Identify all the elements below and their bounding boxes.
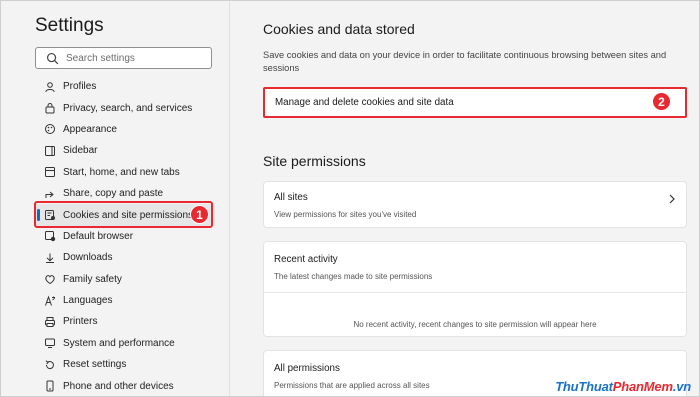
all-sites-card[interactable]: All sites View permissions for sites you… bbox=[263, 181, 687, 228]
family-icon bbox=[43, 273, 56, 286]
sidebar-item-label: Default browser bbox=[63, 230, 134, 242]
watermark-part-3: .vn bbox=[672, 379, 691, 394]
step-badge-2: 2 bbox=[652, 92, 671, 111]
sidebar-item-phone[interactable]: Phone and other devices bbox=[35, 375, 215, 396]
sidebar-item-appearance[interactable]: Appearance bbox=[35, 119, 215, 140]
sidebar-item-default-browser[interactable]: Default browser bbox=[35, 226, 215, 247]
sidebar-item-reset[interactable]: Reset settings bbox=[35, 354, 215, 375]
sidebar-item-label: Profiles bbox=[63, 81, 97, 93]
sidebar-item-label: Printers bbox=[63, 316, 98, 328]
lock-icon bbox=[43, 102, 56, 115]
all-permissions-title: All permissions bbox=[274, 363, 340, 374]
all-permissions-subtitle: Permissions that are applied across all … bbox=[274, 381, 430, 390]
system-icon bbox=[43, 337, 56, 350]
sidebar-item-label: Family safety bbox=[63, 273, 122, 285]
highlight-box-cookies bbox=[34, 201, 213, 228]
cookies-heading: Cookies and data stored bbox=[263, 21, 415, 37]
all-sites-subtitle: View permissions for sites you've visite… bbox=[274, 210, 417, 219]
cookies-description: Save cookies and data on your device in … bbox=[263, 50, 667, 73]
sidebar-item-privacy[interactable]: Privacy, search, and services bbox=[35, 97, 215, 118]
sidebar-item-sidebar[interactable]: Sidebar bbox=[35, 140, 215, 161]
sidebar-item-label: Languages bbox=[63, 295, 113, 307]
profile-icon bbox=[43, 80, 56, 93]
sidebar-icon bbox=[43, 144, 56, 157]
step-badge-1: 1 bbox=[190, 205, 209, 224]
sidebar-item-printers[interactable]: Printers bbox=[35, 311, 215, 332]
appearance-icon bbox=[43, 123, 56, 136]
sidebar-item-label: System and performance bbox=[63, 337, 175, 349]
sidebar-item-label: Start, home, and new tabs bbox=[63, 166, 180, 178]
all-sites-title: All sites bbox=[274, 192, 308, 203]
sidebar-item-label: Reset settings bbox=[63, 359, 127, 371]
search-box[interactable] bbox=[35, 47, 212, 69]
sidebar-item-family-safety[interactable]: Family safety bbox=[35, 269, 215, 290]
settings-window: Settings Profiles Privacy, search, and s… bbox=[0, 0, 700, 397]
watermark-part-2: PhanMem bbox=[612, 379, 673, 394]
search-icon bbox=[46, 52, 59, 65]
sidebar-item-label: Phone and other devices bbox=[63, 380, 174, 392]
recent-activity-subtitle: The latest changes made to site permissi… bbox=[274, 272, 433, 281]
recent-activity-title: Recent activity bbox=[274, 254, 338, 265]
manage-cookies-button[interactable]: Manage and delete cookies and site data bbox=[263, 87, 687, 118]
sidebar-item-languages[interactable]: Languages bbox=[35, 290, 215, 311]
recent-activity-empty: No recent activity, recent changes to si… bbox=[353, 320, 597, 329]
sidebar-title: Settings bbox=[35, 15, 104, 36]
home-icon bbox=[43, 166, 56, 179]
sidebar-item-start-home[interactable]: Start, home, and new tabs bbox=[35, 162, 215, 183]
chevron-right-icon bbox=[669, 194, 675, 204]
reset-icon bbox=[43, 358, 56, 371]
main-content: Cookies and data stored Save cookies and… bbox=[231, 1, 699, 396]
sidebar-item-label: Downloads bbox=[63, 252, 113, 264]
sidebar-nav: Profiles Privacy, search, and services A… bbox=[35, 76, 215, 396]
site-permissions-heading: Site permissions bbox=[263, 153, 366, 169]
sidebar-item-profiles[interactable]: Profiles bbox=[35, 76, 215, 97]
card-divider bbox=[264, 292, 686, 293]
sidebar-item-label: Privacy, search, and services bbox=[63, 102, 193, 114]
printer-icon bbox=[43, 315, 56, 328]
share-icon bbox=[43, 187, 56, 200]
sidebar-item-system[interactable]: System and performance bbox=[35, 333, 215, 354]
language-icon bbox=[43, 294, 56, 307]
recent-activity-card: Recent activity The latest changes made … bbox=[263, 241, 687, 337]
watermark-part-1: ThuThuat bbox=[555, 379, 613, 394]
sidebar-item-label: Share, copy and paste bbox=[63, 188, 164, 200]
manage-cookies-label: Manage and delete cookies and site data bbox=[275, 97, 454, 108]
sidebar: Settings Profiles Privacy, search, and s… bbox=[1, 1, 230, 396]
watermark-logo: ThuThuatPhanMem.vn bbox=[555, 379, 691, 394]
sidebar-item-label: Sidebar bbox=[63, 145, 98, 157]
browser-icon bbox=[43, 230, 56, 243]
sidebar-item-label: Appearance bbox=[63, 123, 117, 135]
phone-icon bbox=[43, 380, 56, 393]
sidebar-item-downloads[interactable]: Downloads bbox=[35, 247, 215, 268]
search-input[interactable] bbox=[66, 49, 206, 67]
download-icon bbox=[43, 251, 56, 264]
